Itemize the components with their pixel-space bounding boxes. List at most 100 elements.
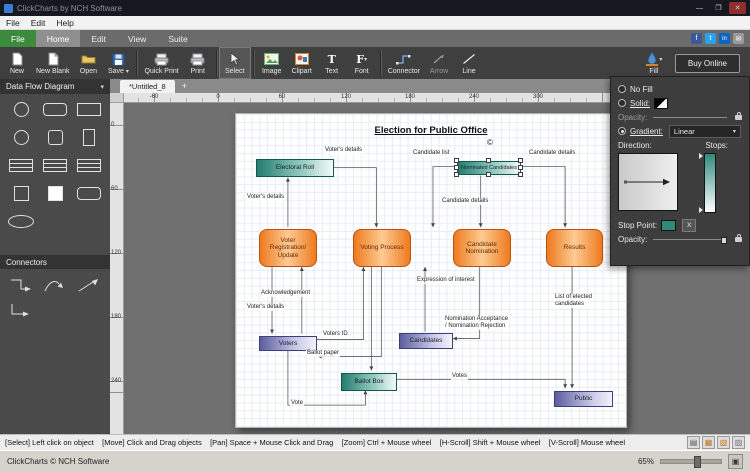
diagram-node-voters[interactable]: Voters [259,336,317,351]
edge-label[interactable]: Expression of interest [416,277,476,284]
elbow2-connector[interactable] [4,301,38,319]
view-option-icon-1[interactable]: ▤ [687,436,700,449]
fill-button[interactable]: ▾ Fill [639,48,669,78]
shape-data-store[interactable] [72,156,106,175]
lock-icon[interactable] [735,237,742,242]
view-option-icon-2[interactable]: ▦ [702,436,715,449]
linkedin-icon[interactable]: in [719,33,730,44]
selection-handle[interactable] [518,158,523,163]
zoom-slider[interactable] [660,459,722,464]
selection-handle[interactable] [454,158,459,163]
gradient-opacity-slider[interactable] [653,239,727,240]
selection-handle[interactable] [518,165,523,170]
connector-line[interactable] [433,167,456,228]
edge-label[interactable]: © [486,138,494,147]
opacity-slider[interactable] [653,117,727,118]
shape-filled-square[interactable] [38,184,72,203]
facebook-icon[interactable]: f [691,33,702,44]
menu-edit[interactable]: Edit [31,18,46,28]
view-option-icon-3[interactable]: ▧ [717,436,730,449]
shape-ellipse[interactable] [4,212,38,231]
diagram-title[interactable]: Election for Public Office [236,125,626,136]
edge-label[interactable]: Candidate list [412,150,450,157]
fit-page-icon[interactable]: ▣ [728,454,743,469]
lock-icon[interactable] [735,115,742,120]
edge-label[interactable]: Voter's details [246,304,285,311]
edge-label[interactable]: Voter's details [324,147,363,154]
diagram-node-electoral-roll[interactable]: Electoral Roll [256,159,334,177]
edge-label[interactable]: Nomination Acceptance / Nomination Rejec… [444,316,509,330]
curve-connector[interactable] [38,276,72,294]
line-button[interactable]: Line [454,48,484,78]
shape-data-store[interactable] [38,156,72,175]
solid-fill-radio[interactable] [618,99,626,107]
image-button[interactable]: Image [257,48,287,78]
gradient-direction-preview[interactable] [618,153,678,211]
selection-handle[interactable] [486,158,491,163]
save-button[interactable]: Save ▾ [103,48,133,78]
connector-line[interactable] [396,379,565,388]
new-blank-button[interactable]: New Blank [32,48,73,78]
shape-v-rect[interactable] [72,128,106,147]
diagram-page[interactable]: Election for Public Office Electoral Rol… [235,113,627,428]
diagram-node-candidates[interactable]: Candidates [399,333,453,349]
connector-line[interactable] [334,168,377,228]
tab-file[interactable]: File [0,30,36,47]
view-option-icon-4[interactable]: ▨ [732,436,745,449]
buy-online-button[interactable]: Buy Online [675,54,740,73]
minimize-button[interactable]: — [691,2,708,14]
edge-label[interactable]: Voters ID [322,331,349,338]
gradient-stops-bar[interactable] [704,153,716,213]
diagram-node-voting-process[interactable]: Voting Process [353,229,411,267]
diagram-node-public[interactable]: Public [554,391,613,407]
new-tab-button[interactable]: + [182,80,187,93]
shape-data-store[interactable] [4,156,38,175]
shape-round-square[interactable] [38,128,72,147]
edge-label[interactable]: Candidate details [441,198,489,205]
shape-round-rect[interactable] [72,184,106,203]
quick-print-button[interactable]: Quick Print [140,48,182,78]
print-button[interactable]: Print [183,48,213,78]
shape-circle[interactable] [4,128,38,147]
edge-label[interactable]: Votes [451,373,468,380]
selection-handle[interactable] [454,172,459,177]
connector-button[interactable]: Connector [384,48,424,78]
selection-handle[interactable] [486,172,491,177]
straight-connector[interactable] [72,276,106,294]
select-tool-button[interactable]: Select [220,48,250,78]
gradient-radio[interactable] [618,127,626,135]
menu-help[interactable]: Help [56,18,73,28]
shape-round-rect[interactable] [38,100,72,119]
elbow-connector[interactable] [4,276,38,294]
new-button[interactable]: New [2,48,32,78]
twitter-icon[interactable]: t [705,33,716,44]
diagram-node-candidate-nomination[interactable]: Candidate Nomination [453,229,511,267]
text-button[interactable]: T Text [317,48,347,78]
tab-suite[interactable]: Suite [157,30,198,47]
email-icon[interactable]: ✉ [733,33,744,44]
font-button[interactable]: F▾ Font [347,48,377,78]
gradient-type-dropdown[interactable]: Linear ▾ [669,125,741,138]
stop-color-swatch[interactable] [661,220,676,231]
zoom-slider-thumb[interactable] [694,456,701,468]
document-tab[interactable]: *Untitled_8 [120,80,175,93]
remove-stop-button[interactable]: X [682,219,696,232]
close-button[interactable]: ✕ [729,2,746,14]
tab-view[interactable]: View [117,30,157,47]
edge-label[interactable]: Candidate details [528,150,576,157]
arrow-button[interactable]: Arrow [424,48,454,78]
open-button[interactable]: Open [73,48,103,78]
menu-file[interactable]: File [6,18,20,28]
edge-label[interactable]: Voter's details [246,194,285,201]
edge-label[interactable]: Acknowledgement [260,290,311,297]
save-dropdown-arrow[interactable]: ▾ [126,69,129,75]
diagram-node-ballot-box[interactable]: Ballot Box [341,373,397,391]
diagram-node-results[interactable]: Results [546,229,603,267]
shape-category-dropdown[interactable]: Data Flow Diagram ▾ [0,79,110,94]
edge-label[interactable]: Ballot paper [306,350,340,357]
shape-square[interactable] [4,184,38,203]
edge-label[interactable]: Vote [290,400,304,407]
opacity-slider-thumb[interactable] [721,237,727,244]
shape-rect[interactable] [72,100,106,119]
connector-line[interactable] [317,267,364,340]
